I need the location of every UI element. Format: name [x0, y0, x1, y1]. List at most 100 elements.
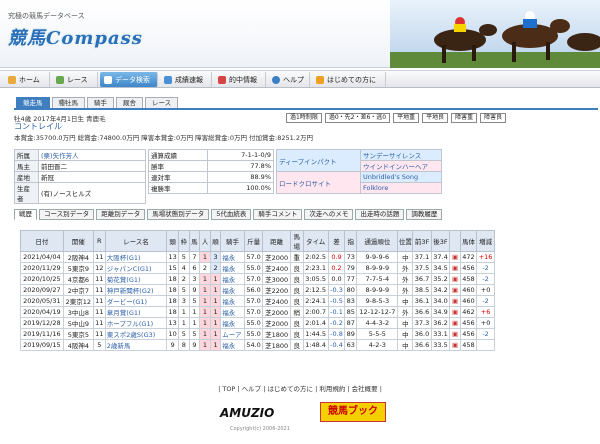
pedigree-dam-dam[interactable]: Folklore	[360, 182, 442, 194]
column-header[interactable]: 日付	[20, 230, 64, 252]
footer-links[interactable]: | TOP | ヘルプ | はじめての方に | 利用規約 | 会社概要 |	[0, 383, 600, 393]
pedigree-sire-dam[interactable]: ウインドインハーヘア	[360, 160, 442, 172]
column-header[interactable]	[449, 230, 461, 252]
column-header[interactable]: 斤量	[243, 230, 264, 252]
filter-button[interactable]: 過1時制限	[286, 113, 322, 123]
tab-pedigree[interactable]: 5代血統表	[211, 209, 252, 220]
column-header[interactable]: 位置	[397, 230, 414, 252]
column-header[interactable]: 距離	[262, 230, 291, 252]
column-header[interactable]: 後3F	[430, 230, 451, 252]
table-cell[interactable]: 福永	[220, 273, 245, 285]
horse-name: コントレイル	[14, 122, 62, 131]
table-cell[interactable]: ムーア	[220, 328, 245, 340]
nav-help[interactable]: ヘルプ	[268, 72, 310, 87]
table-cell[interactable]: ホープフル(G1)	[104, 317, 168, 329]
tab-race[interactable]: レース	[145, 97, 179, 108]
tab-next-memo[interactable]: 次走へのメモ	[304, 209, 354, 220]
nav-home[interactable]: ホーム	[4, 72, 50, 87]
table-cell[interactable]: 大阪杯(G1)	[104, 251, 168, 263]
column-header[interactable]: 頭	[166, 230, 180, 252]
amuzio-logo[interactable]: AMUZIO	[220, 406, 274, 420]
video-icon[interactable]: ▣	[449, 317, 461, 329]
video-icon[interactable]: ▣	[449, 306, 461, 318]
table-cell[interactable]: ダービー(G1)	[104, 295, 168, 307]
table-cell[interactable]: 神戸新聞杯(G2)	[104, 284, 168, 296]
table-cell: 重	[289, 251, 304, 263]
table-cell[interactable]: 菊花賞(G1)	[104, 273, 168, 285]
table-cell: 3中山8	[62, 306, 94, 318]
filter-button[interactable]: 平地重	[393, 113, 420, 123]
nav-beginners[interactable]: はじめての方に	[312, 72, 386, 87]
table-cell[interactable]: 福永	[220, 317, 245, 329]
tab-topics[interactable]: 出走時の話題	[355, 209, 405, 220]
video-icon[interactable]: ▣	[449, 262, 461, 274]
column-header[interactable]: 通過順位	[356, 230, 399, 252]
column-header[interactable]: 開催	[62, 230, 94, 252]
table-cell[interactable]: 福永	[220, 339, 245, 351]
pedigree-dam[interactable]: ロードクロサイト	[276, 171, 361, 194]
table-cell: 0.0	[327, 273, 346, 285]
nav-hit-info[interactable]: 的中情報	[214, 72, 266, 87]
video-icon[interactable]: ▣	[449, 295, 461, 307]
table-cell[interactable]: 福永	[220, 262, 245, 274]
table-cell: -0.3	[327, 284, 346, 296]
table-cell: 79	[344, 262, 358, 274]
tab-jockey-comment[interactable]: 騎手コメント	[253, 209, 303, 220]
pedigree-sire[interactable]: ディープインパクト	[276, 149, 361, 172]
tab-horse[interactable]: 競走馬	[16, 97, 50, 108]
column-header[interactable]: 増減	[476, 230, 495, 252]
video-icon[interactable]: ▣	[449, 328, 461, 340]
table-cell: 11	[92, 306, 106, 318]
filter-button[interactable]: 過0・先2・差6・逃0	[324, 113, 391, 123]
nav-data-search[interactable]: データ検索	[100, 72, 158, 87]
tab-history[interactable]: 戦歴	[14, 209, 37, 220]
nav-results[interactable]: 成績速報	[160, 72, 212, 87]
table-cell[interactable]: 2歳新馬	[104, 339, 168, 351]
table-cell[interactable]: 福永	[220, 251, 245, 263]
column-header[interactable]: 馬体	[459, 230, 478, 252]
column-header[interactable]: 人	[199, 230, 211, 252]
column-header[interactable]: 前3F	[412, 230, 432, 252]
tab-training[interactable]: 調教履歴	[406, 209, 443, 220]
pedigree-sire-sire[interactable]: サンデーサイレンス	[360, 149, 442, 161]
column-header[interactable]: 順	[209, 230, 222, 252]
table-cell: 37.1	[412, 251, 432, 263]
table-cell: 1	[199, 284, 211, 296]
table-cell[interactable]: 福永	[220, 306, 245, 318]
filter-button[interactable]: 障害重	[451, 113, 478, 123]
column-header[interactable]: レース名	[104, 230, 168, 252]
table-cell[interactable]: ジャパンC(G1)	[104, 262, 168, 274]
nav-label: 的中情報	[229, 75, 257, 84]
filter-button[interactable]: 障害良	[480, 113, 507, 123]
column-header[interactable]: 差	[327, 230, 346, 252]
profile-key: 産地	[14, 171, 39, 183]
site-logo[interactable]: 競馬Compass	[8, 24, 143, 50]
pedigree-dam-sire[interactable]: Unbridled's Song	[360, 171, 442, 183]
filter-button[interactable]: 平地良	[422, 113, 449, 123]
video-icon[interactable]: ▣	[449, 251, 461, 263]
tab-jockey[interactable]: 騎手	[87, 97, 114, 108]
column-header[interactable]: R	[92, 230, 106, 252]
column-header[interactable]: 枠	[178, 230, 190, 252]
table-cell[interactable]: 皐月賞(G1)	[104, 306, 168, 318]
table-cell: 7-7-5-4	[356, 273, 399, 285]
video-icon[interactable]: ▣	[449, 284, 461, 296]
column-header[interactable]: 指	[344, 230, 358, 252]
column-header[interactable]: 馬場	[289, 230, 304, 252]
tab-track-condition-data[interactable]: 馬場状態別データ	[147, 209, 210, 220]
tab-course-data[interactable]: コース別データ	[39, 209, 95, 220]
profile-value[interactable]: (栗)矢作芳人	[38, 149, 146, 161]
column-header[interactable]: 騎手	[220, 230, 245, 252]
column-header[interactable]: 馬	[188, 230, 201, 252]
tab-stable[interactable]: 厩舎	[116, 97, 143, 108]
video-icon[interactable]: ▣	[449, 339, 461, 351]
keibabook-logo[interactable]: 競馬ブック	[320, 402, 386, 422]
tab-sire[interactable]: 種牡馬	[51, 97, 85, 108]
column-header[interactable]: タイム	[302, 230, 329, 252]
video-icon[interactable]: ▣	[449, 273, 461, 285]
tab-distance-data[interactable]: 距離別データ	[96, 209, 146, 220]
table-cell[interactable]: 福永	[220, 284, 245, 296]
table-cell[interactable]: 福永	[220, 295, 245, 307]
nav-race[interactable]: レース	[52, 72, 98, 87]
table-cell[interactable]: 東スポ2歳S(G3)	[104, 328, 168, 340]
